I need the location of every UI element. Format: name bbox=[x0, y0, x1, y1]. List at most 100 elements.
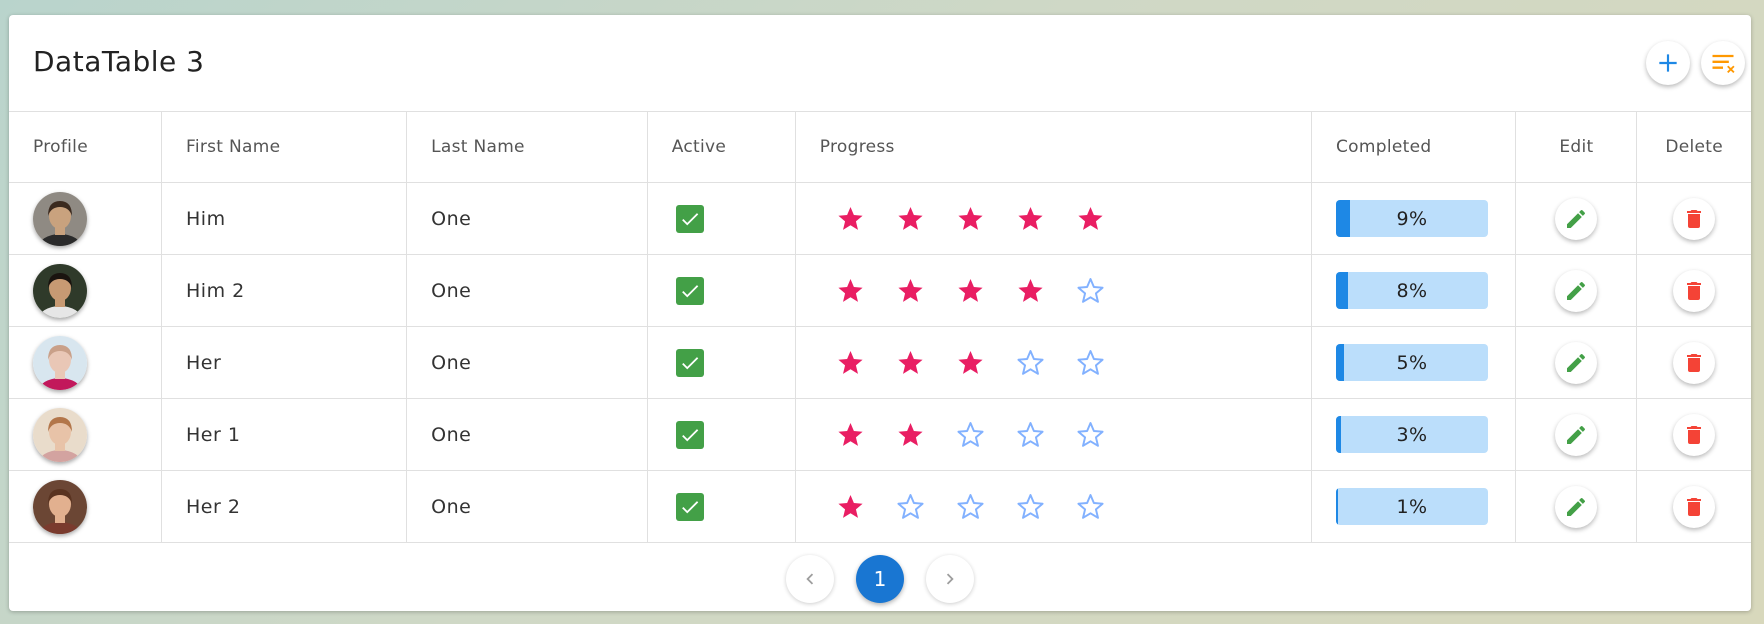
star-empty-icon[interactable] bbox=[1076, 492, 1105, 521]
star-filled-icon[interactable] bbox=[1076, 204, 1105, 233]
delete-button[interactable] bbox=[1673, 413, 1716, 456]
profile-cell bbox=[9, 398, 162, 471]
chevron-right-icon bbox=[946, 573, 954, 585]
star-filled-icon[interactable] bbox=[956, 204, 985, 233]
avatar[interactable] bbox=[33, 407, 87, 462]
star-filled-icon[interactable] bbox=[956, 348, 985, 377]
star-filled-icon[interactable] bbox=[836, 492, 865, 521]
progress-label: 8% bbox=[1396, 279, 1428, 302]
pencil-icon bbox=[1567, 353, 1586, 372]
clear-filter-button[interactable] bbox=[1701, 41, 1745, 85]
progress-cell bbox=[795, 398, 1313, 471]
last-name-cell: One bbox=[406, 398, 648, 471]
star-filled-icon[interactable] bbox=[1016, 204, 1045, 233]
avatar[interactable] bbox=[33, 479, 87, 534]
star-filled-icon[interactable] bbox=[836, 420, 865, 449]
column-header-progress[interactable]: Progress bbox=[795, 112, 1313, 183]
table-row: Him 2 One 8% bbox=[9, 254, 1751, 327]
active-checkbox[interactable] bbox=[675, 276, 704, 305]
star-empty-icon[interactable] bbox=[896, 492, 925, 521]
star-filled-icon[interactable] bbox=[836, 204, 865, 233]
pencil-icon bbox=[1567, 281, 1586, 300]
completion-progress-bar: 5% bbox=[1336, 344, 1489, 381]
edit-button[interactable] bbox=[1555, 269, 1598, 312]
edit-button[interactable] bbox=[1555, 341, 1598, 384]
checkmark-icon bbox=[681, 500, 699, 513]
chevron-left-icon bbox=[806, 573, 814, 585]
prev-page-button[interactable] bbox=[786, 555, 834, 603]
next-page-button[interactable] bbox=[926, 555, 974, 603]
pencil-icon bbox=[1567, 425, 1586, 444]
edit-cell bbox=[1515, 398, 1638, 471]
header-actions bbox=[1646, 41, 1745, 85]
edit-button[interactable] bbox=[1555, 485, 1598, 528]
profile-cell bbox=[9, 326, 162, 399]
star-empty-icon[interactable] bbox=[1076, 276, 1105, 305]
table-row: Her One 5% bbox=[9, 326, 1751, 399]
edit-cell bbox=[1515, 470, 1638, 543]
active-checkbox[interactable] bbox=[675, 348, 704, 377]
table-row: Him One 9% bbox=[9, 182, 1751, 255]
plus-icon bbox=[1659, 54, 1677, 72]
star-filled-icon[interactable] bbox=[896, 204, 925, 233]
column-header-last-name[interactable]: Last Name bbox=[406, 112, 648, 183]
star-empty-icon[interactable] bbox=[956, 492, 985, 521]
avatar[interactable] bbox=[33, 335, 87, 390]
edit-button[interactable] bbox=[1555, 413, 1598, 456]
star-filled-icon[interactable] bbox=[896, 348, 925, 377]
delete-button[interactable] bbox=[1673, 197, 1716, 240]
column-header-delete[interactable]: Delete bbox=[1636, 112, 1751, 183]
star-filled-icon[interactable] bbox=[1016, 276, 1045, 305]
avatar[interactable] bbox=[33, 263, 87, 318]
star-filled-icon[interactable] bbox=[836, 276, 865, 305]
column-header-edit[interactable]: Edit bbox=[1515, 112, 1638, 183]
active-cell bbox=[647, 182, 796, 255]
delete-cell bbox=[1636, 398, 1751, 471]
star-empty-icon[interactable] bbox=[1076, 348, 1105, 377]
progress-label: 9% bbox=[1396, 207, 1428, 230]
progress-label: 5% bbox=[1396, 351, 1428, 374]
completion-progress-bar: 9% bbox=[1336, 200, 1489, 237]
first-name-cell: Him bbox=[161, 182, 408, 255]
page-button-1[interactable]: 1 bbox=[856, 555, 904, 603]
first-name-cell: Him 2 bbox=[161, 254, 408, 327]
add-button[interactable] bbox=[1646, 41, 1690, 85]
active-checkbox[interactable] bbox=[675, 420, 704, 449]
star-empty-icon[interactable] bbox=[1076, 420, 1105, 449]
filter-clear-icon bbox=[1712, 54, 1735, 74]
column-header-active[interactable]: Active bbox=[647, 112, 796, 183]
completion-progress-bar: 3% bbox=[1336, 416, 1489, 453]
active-checkbox[interactable] bbox=[675, 492, 704, 521]
edit-button[interactable] bbox=[1555, 197, 1598, 240]
star-filled-icon[interactable] bbox=[956, 276, 985, 305]
page-title: DataTable 3 bbox=[33, 45, 205, 78]
column-header-completed[interactable]: Completed bbox=[1311, 112, 1517, 183]
checkmark-icon bbox=[681, 356, 699, 369]
delete-button[interactable] bbox=[1673, 341, 1716, 384]
delete-cell bbox=[1636, 254, 1751, 327]
star-empty-icon[interactable] bbox=[1016, 348, 1045, 377]
edit-cell bbox=[1515, 254, 1638, 327]
progress-cell bbox=[795, 326, 1313, 399]
star-filled-icon[interactable] bbox=[896, 276, 925, 305]
star-rating bbox=[820, 420, 1311, 449]
column-header-first-name[interactable]: First Name bbox=[161, 112, 408, 183]
progress-cell bbox=[795, 470, 1313, 543]
star-filled-icon[interactable] bbox=[836, 348, 865, 377]
delete-button[interactable] bbox=[1673, 485, 1716, 528]
active-cell bbox=[647, 326, 796, 399]
progress-label: 3% bbox=[1396, 423, 1428, 446]
column-header-profile[interactable]: Profile bbox=[9, 112, 162, 183]
star-filled-icon[interactable] bbox=[896, 420, 925, 449]
last-name-cell: One bbox=[406, 254, 648, 327]
delete-cell bbox=[1636, 470, 1751, 543]
trash-icon bbox=[1687, 281, 1702, 300]
star-empty-icon[interactable] bbox=[1016, 420, 1045, 449]
trash-icon bbox=[1687, 425, 1702, 444]
star-empty-icon[interactable] bbox=[956, 420, 985, 449]
avatar[interactable] bbox=[33, 191, 87, 246]
star-empty-icon[interactable] bbox=[1016, 492, 1045, 521]
active-checkbox[interactable] bbox=[675, 204, 704, 233]
card-header: DataTable 3 bbox=[9, 15, 1751, 112]
delete-button[interactable] bbox=[1673, 269, 1716, 312]
